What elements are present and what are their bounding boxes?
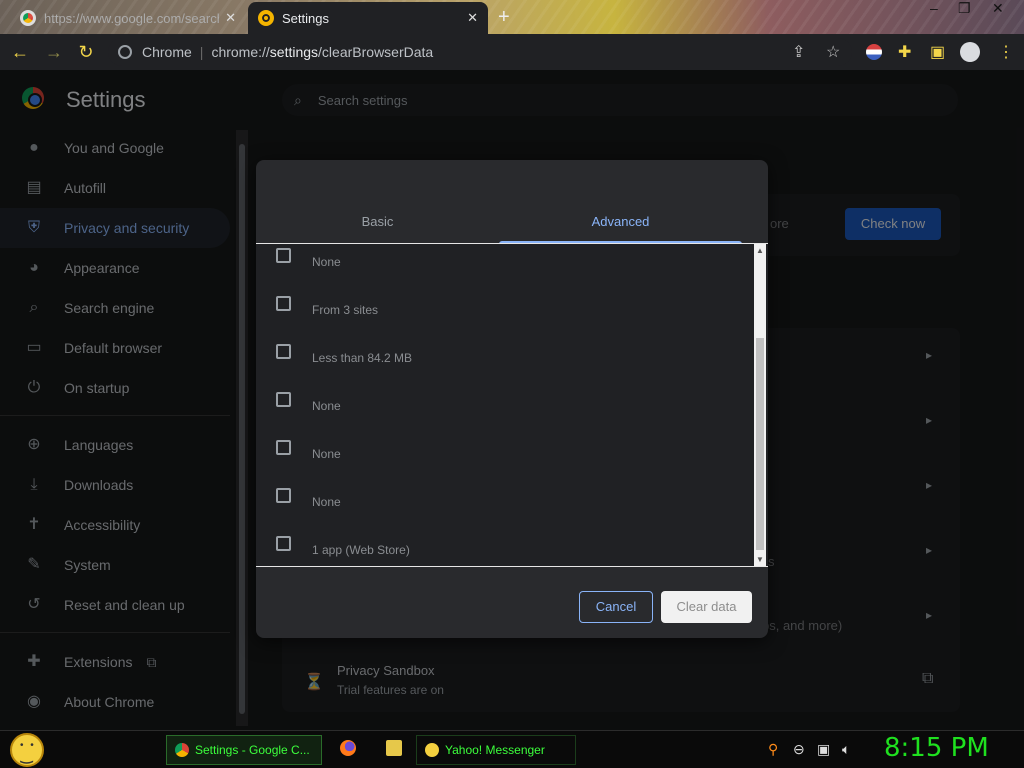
clear-browsing-data-dialog: Basic Advanced None From 3 sites Less th… (256, 160, 768, 638)
cancel-button[interactable]: Cancel (579, 591, 653, 623)
volume-icon[interactable]: 🔈︎ (842, 741, 850, 758)
url-prefix: chrome:// (211, 44, 270, 60)
item-detail: 1 app (Web Store) (312, 543, 410, 557)
folder-icon[interactable] (386, 740, 402, 756)
new-tab-button[interactable]: + (498, 6, 510, 29)
screen: { "browser": { "tabs": [ {"title": "http… (0, 0, 1024, 768)
checkbox[interactable] (276, 248, 291, 263)
settings-favicon-icon (258, 10, 274, 26)
firefox-icon[interactable] (340, 740, 356, 756)
menu-kebab-icon[interactable]: ⋮ (998, 42, 1014, 62)
start-smiley-icon[interactable] (10, 733, 44, 767)
site-info-icon[interactable] (118, 45, 132, 59)
extensions-puzzle-icon[interactable]: ✚ (898, 42, 911, 62)
tab-settings[interactable]: Settings ✕ (248, 2, 488, 34)
checkbox[interactable] (276, 296, 291, 311)
back-arrow-icon[interactable]: ← (8, 40, 32, 64)
restore-button[interactable]: ❐ (958, 0, 971, 18)
taskbar: Settings - Google C... Yahoo! Messenger … (0, 730, 1024, 768)
list-item[interactable]: None (256, 244, 756, 284)
list-item[interactable]: None (256, 476, 756, 524)
item-detail: None (312, 447, 341, 461)
address-bar[interactable]: Chrome | chrome://settings/clearBrowserD… (108, 38, 852, 66)
list-item[interactable]: From 3 sites (256, 284, 756, 332)
url-host: settings (269, 44, 319, 60)
tab-title: Settings (282, 10, 329, 26)
item-detail: None (312, 255, 341, 269)
browser-toolbar: ← → ↻ Chrome | chrome://settings/clearBr… (0, 34, 1024, 70)
avatar[interactable] (960, 42, 980, 62)
window-close-button[interactable]: ✕ (992, 0, 1004, 18)
google-favicon-icon (20, 10, 36, 26)
scroll-up-arrow-icon[interactable]: ▲ (755, 246, 765, 255)
task-yahoo-messenger[interactable]: Yahoo! Messenger (416, 735, 576, 765)
site-label: Chrome (142, 44, 192, 60)
omnibox-divider: | (199, 44, 204, 60)
tab-strip: https://www.google.com/search ✕ Settings… (0, 0, 1024, 34)
checkbox[interactable] (276, 440, 291, 455)
clock[interactable]: 8:15 PM (884, 733, 989, 763)
task-chrome-settings[interactable]: Settings - Google C... (166, 735, 322, 765)
chrome-icon (175, 743, 189, 757)
task-label: Settings - Google C... (195, 743, 310, 757)
tab-title: https://www.google.com/search (44, 10, 220, 26)
list-item[interactable]: None (256, 428, 756, 476)
tab-close-icon[interactable]: ✕ (225, 10, 236, 26)
minus-circle-icon[interactable]: ⊖ (793, 741, 805, 758)
tab-advanced[interactable]: Advanced (499, 208, 742, 244)
item-detail: None (312, 399, 341, 413)
dialog-scrollbar[interactable]: ▲ ▼ (754, 244, 766, 566)
share-icon[interactable]: ⇪ (792, 42, 805, 62)
smiley-icon (425, 743, 439, 757)
checkbox[interactable] (276, 392, 291, 407)
tab-google-search[interactable]: https://www.google.com/search ✕ (10, 2, 246, 34)
url-path: /clearBrowserData (318, 44, 434, 60)
list-item[interactable]: None (256, 380, 756, 428)
checkbox[interactable] (276, 344, 291, 359)
bookmark-star-icon[interactable]: ☆ (826, 42, 840, 62)
item-detail: Less than 84.2 MB (312, 351, 413, 365)
list-item[interactable]: Less than 84.2 MB (256, 332, 756, 380)
profile-flag-icon[interactable] (866, 44, 882, 60)
checkbox[interactable] (276, 488, 291, 503)
clear-data-button[interactable]: Clear data (661, 591, 752, 623)
tab-basic[interactable]: Basic (256, 208, 499, 244)
side-panel-icon[interactable]: ▣ (930, 42, 945, 62)
tab-close-icon[interactable]: ✕ (467, 10, 478, 26)
scroll-down-arrow-icon[interactable]: ▼ (755, 555, 765, 564)
checkbox[interactable] (276, 536, 291, 551)
magnifier-icon[interactable]: ⚲ (768, 741, 778, 758)
list-item[interactable]: 1 app (Web Store) (256, 524, 756, 566)
reload-icon[interactable]: ↻ (74, 40, 98, 64)
minimize-button[interactable]: – (930, 0, 938, 18)
scrollbar-thumb[interactable] (756, 338, 764, 550)
task-label: Yahoo! Messenger (445, 743, 545, 757)
network-icon[interactable]: ▣ (817, 741, 830, 758)
forward-arrow-icon[interactable]: → (42, 40, 66, 64)
item-detail: From 3 sites (312, 303, 379, 317)
item-detail: None (312, 495, 341, 509)
data-type-list: None From 3 sites Less than 84.2 MB None… (256, 244, 768, 566)
dialog-divider (256, 566, 768, 567)
